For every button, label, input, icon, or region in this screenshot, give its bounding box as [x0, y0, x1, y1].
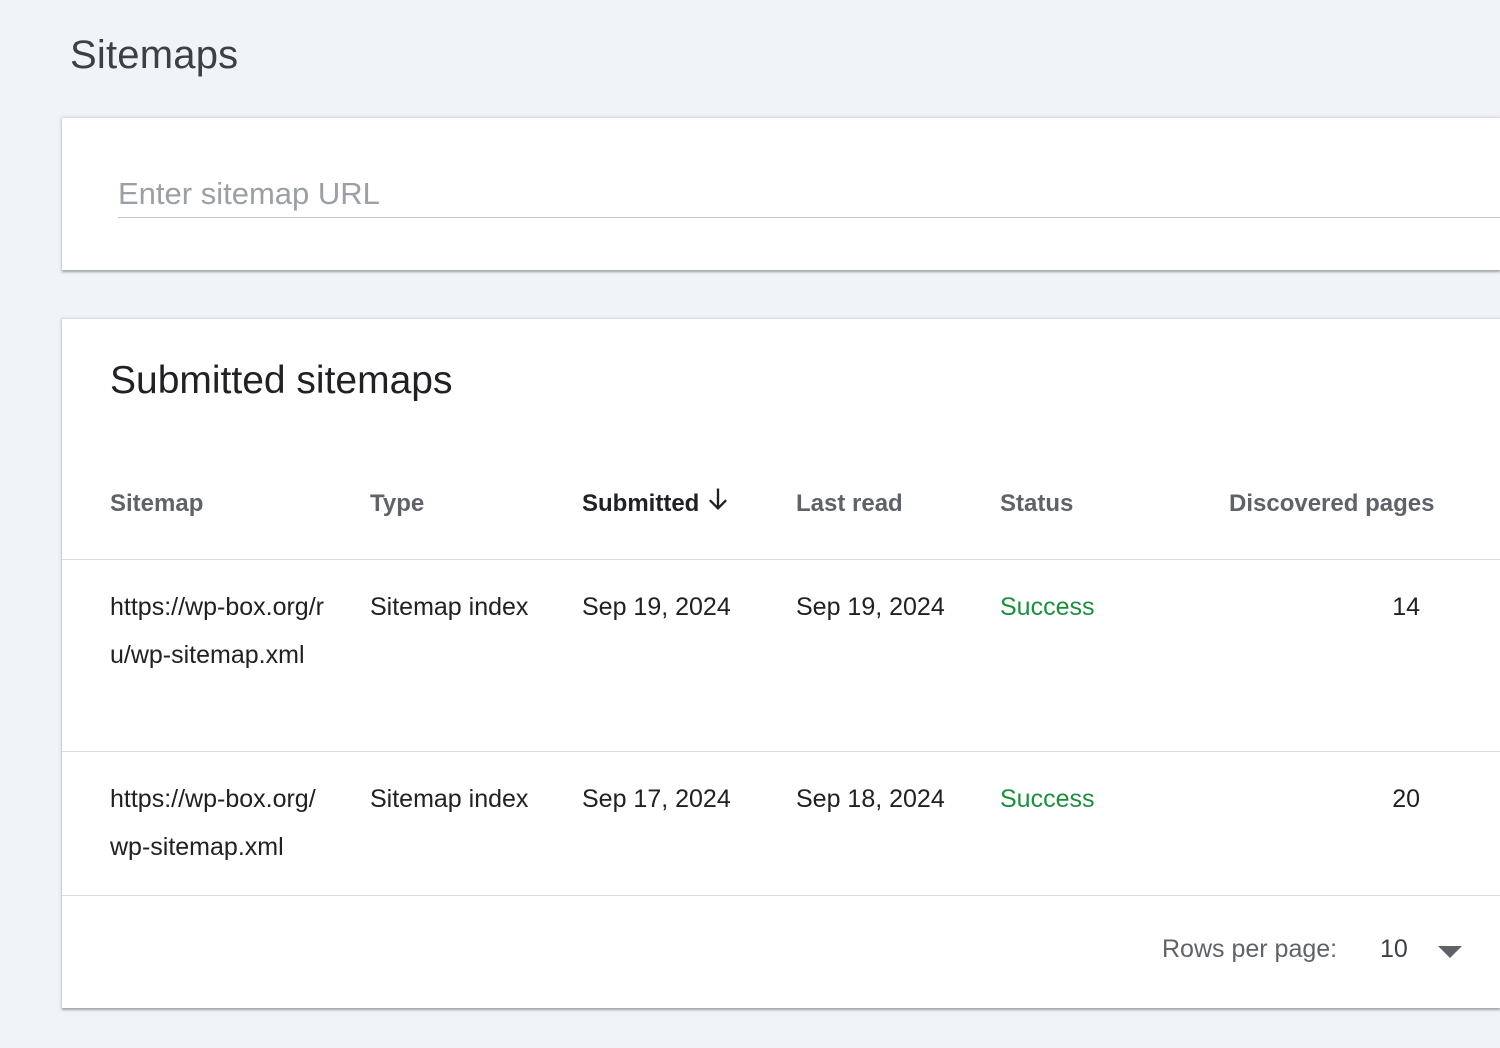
section-title: Submitted sitemaps [110, 359, 453, 402]
sitemap-url-input[interactable] [118, 170, 1500, 218]
rows-per-page-select[interactable]: 10 [1380, 931, 1470, 971]
discovered-pages-cell: 20 [1392, 785, 1420, 813]
submitted-date-cell: Sep 17, 2024 [582, 785, 731, 813]
status-cell: Success [1000, 593, 1095, 621]
rows-per-page-value: 10 [1380, 935, 1408, 963]
submitted-date-cell: Sep 19, 2024 [582, 593, 731, 621]
divider [62, 559, 1500, 560]
dropdown-arrow-icon[interactable] [1438, 946, 1462, 958]
add-sitemap-card [62, 117, 1500, 270]
last-read-date-cell: Sep 19, 2024 [796, 593, 945, 621]
sitemap-url-cell[interactable]: https://wp-box.org/ru/wp-sitemap.xml [110, 583, 330, 679]
divider [62, 751, 1500, 752]
column-header-submitted[interactable]: Submitted [582, 490, 699, 518]
submitted-sitemaps-card: Submitted sitemaps Sitemap Type Submitte… [62, 318, 1500, 1008]
page-title: Sitemaps [70, 33, 239, 77]
column-header-last-read[interactable]: Last read [796, 490, 903, 518]
type-cell: Sitemap index [370, 785, 529, 813]
rows-per-page-label: Rows per page: [1162, 935, 1338, 963]
status-cell: Success [1000, 785, 1095, 813]
sitemap-url-cell[interactable]: https://wp-box.org/wp-sitemap.xml [110, 775, 330, 871]
column-header-type[interactable]: Type [370, 490, 424, 518]
divider [62, 895, 1500, 896]
type-cell: Sitemap index [370, 593, 529, 621]
column-header-status[interactable]: Status [1000, 490, 1073, 518]
column-header-sitemap[interactable]: Sitemap [110, 490, 203, 518]
last-read-date-cell: Sep 18, 2024 [796, 785, 945, 813]
column-header-discovered-pages[interactable]: Discovered pages [1229, 490, 1434, 518]
discovered-pages-cell: 14 [1392, 593, 1420, 621]
arrow-down-icon[interactable] [704, 484, 732, 514]
